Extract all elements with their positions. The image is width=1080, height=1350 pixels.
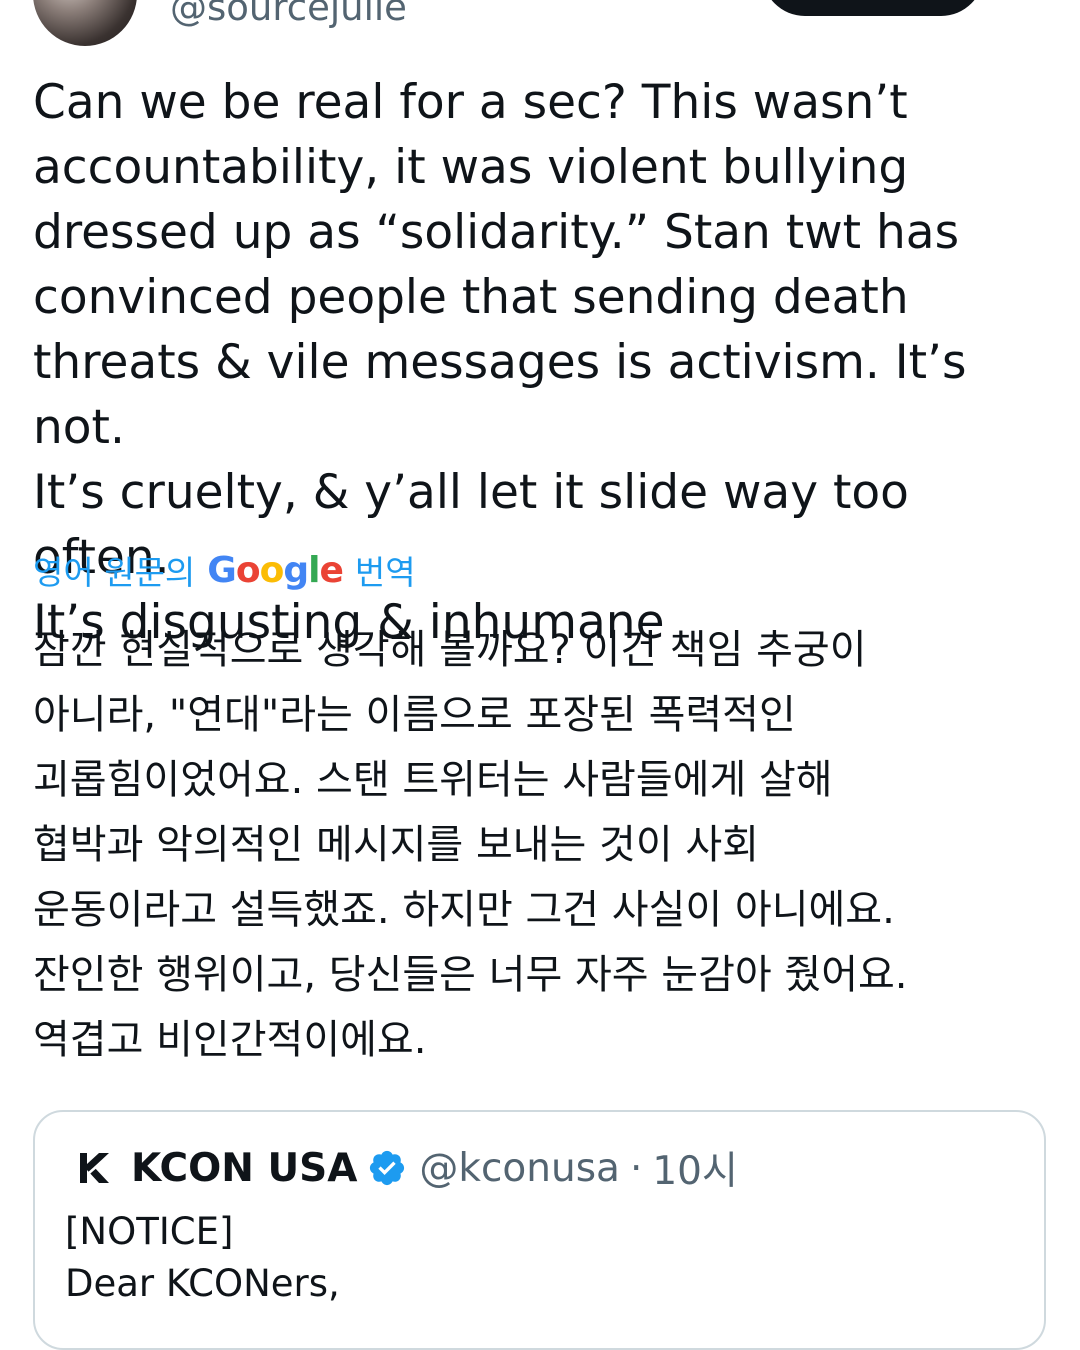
author-handle[interactable]: @sourcejulie [170, 0, 407, 30]
author-avatar[interactable] [33, 0, 137, 46]
quoted-tweet-time[interactable]: 10시 [652, 1140, 738, 1196]
header-separator: · [629, 1145, 643, 1191]
translated-text: 잠깐 현실적으로 생각해 볼까요? 이건 책임 추궁이 아니라, "연대"라는 … [33, 627, 908, 1063]
quoted-tweet-body: [NOTICE] Dear KCONers, [65, 1210, 340, 1305]
quoted-tweet-header: KCON USA @kconusa · 10시 [77, 1144, 738, 1194]
follow-button[interactable] [762, 0, 984, 16]
kcon-logo-icon[interactable] [77, 1151, 111, 1185]
translation-prefix: 영어 원문의 [33, 553, 196, 592]
translation-attribution[interactable]: 영어 원문의 Google 번역 [33, 544, 416, 596]
translation-suffix: 번역 [354, 553, 416, 592]
quoted-author-handle[interactable]: @kconusa [419, 1146, 620, 1191]
quoted-author-name[interactable]: KCON USA [131, 1146, 357, 1191]
quoted-tweet-card[interactable]: KCON USA @kconusa · 10시 [NOTICE] Dear KC… [33, 1110, 1046, 1350]
verified-badge-icon [370, 1150, 405, 1186]
google-logo: Google [207, 549, 344, 591]
